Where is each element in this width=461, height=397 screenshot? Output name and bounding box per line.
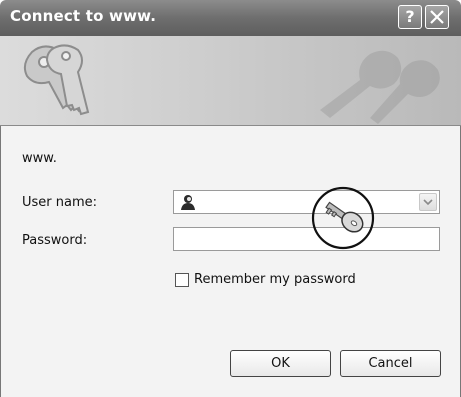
ok-button[interactable]: OK (230, 350, 331, 377)
password-label: Password: (22, 233, 88, 248)
banner (0, 36, 461, 126)
key-icon (311, 186, 375, 250)
remember-password-label[interactable]: Remember my password (194, 272, 356, 287)
cancel-button[interactable]: Cancel (340, 350, 441, 377)
remember-password-checkbox[interactable] (175, 273, 189, 287)
dialog-body: www. User name: Password: Remember my pa… (0, 126, 461, 397)
close-button[interactable] (425, 5, 449, 29)
help-button[interactable]: ? (398, 5, 422, 29)
chevron-down-icon (423, 199, 433, 206)
title-bar: Connect to www. ? (0, 0, 461, 36)
username-dropdown-button[interactable] (419, 193, 437, 211)
connect-dialog: Connect to www. ? www. User name: Passwo… (0, 0, 461, 397)
user-icon (181, 195, 195, 210)
site-text: www. (22, 151, 57, 166)
keys-icon (23, 44, 90, 116)
username-combobox[interactable] (173, 190, 440, 214)
close-icon (430, 10, 444, 24)
password-field[interactable] (173, 227, 440, 251)
window-title: Connect to www. (10, 7, 157, 25)
keys-watermark (320, 50, 440, 124)
username-label: User name: (22, 195, 98, 210)
